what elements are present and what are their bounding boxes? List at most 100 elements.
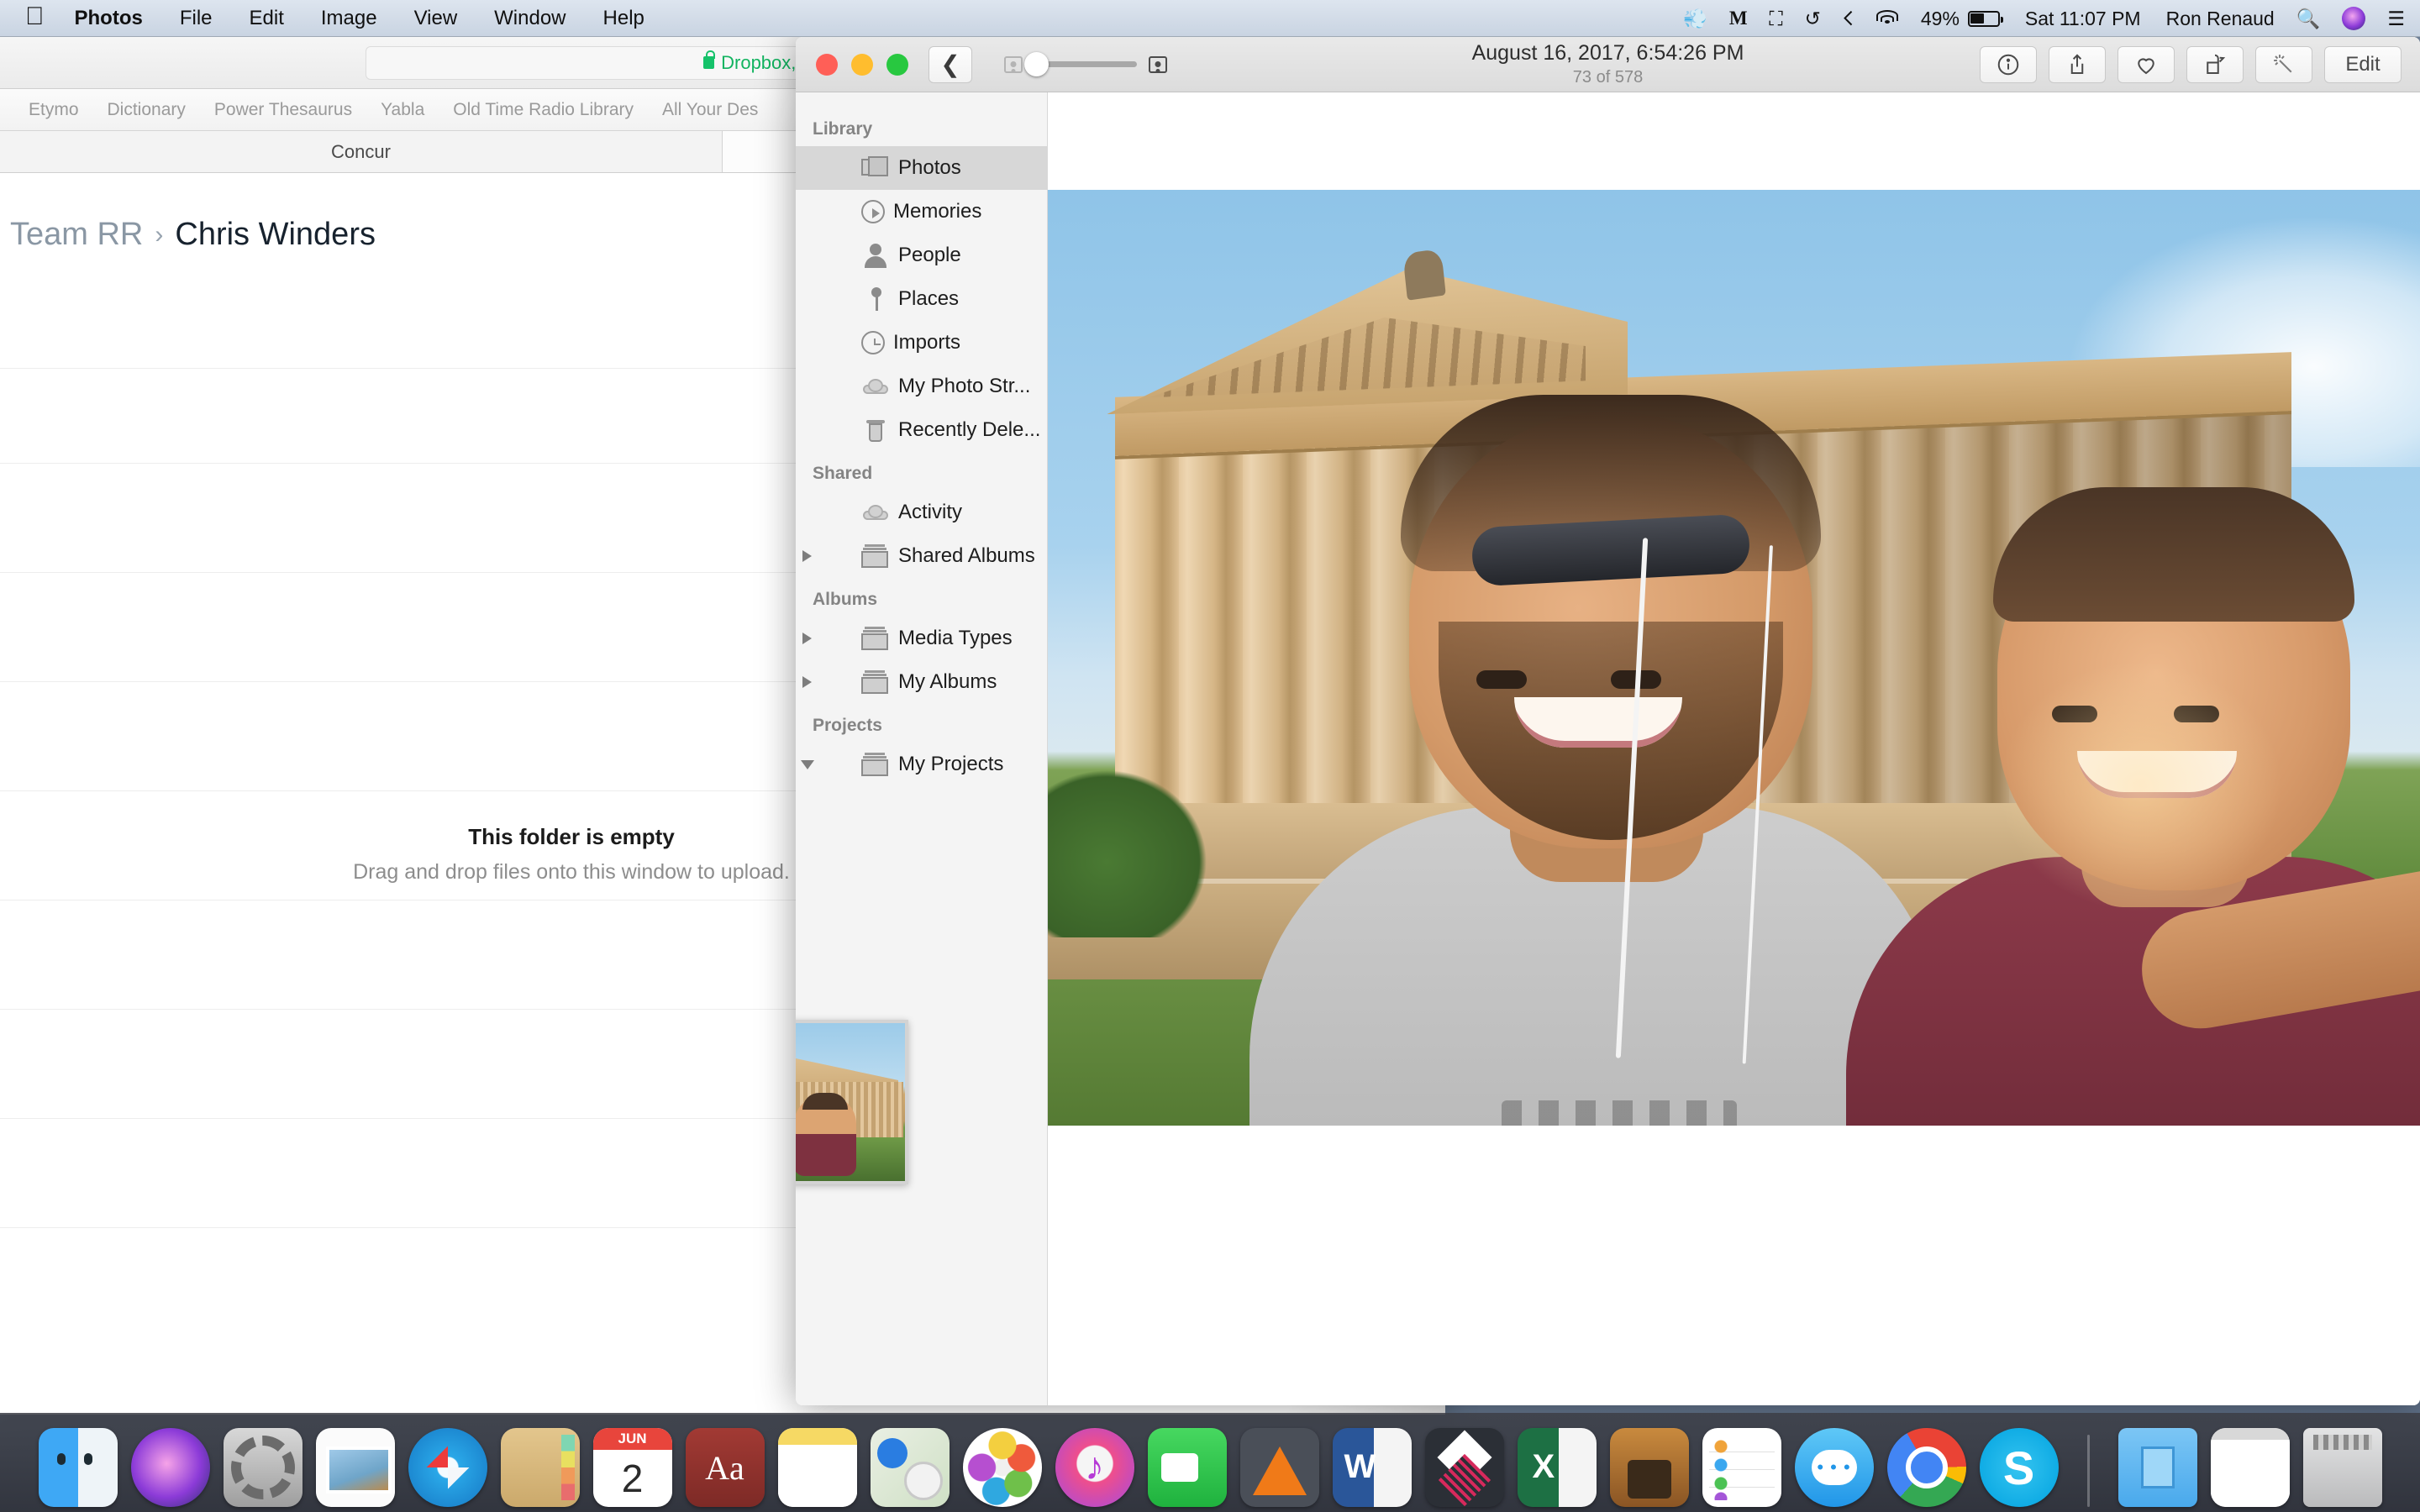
boy-hair xyxy=(1993,487,2354,622)
dock-item-itunes[interactable] xyxy=(1055,1428,1134,1507)
dock-item-garageband[interactable] xyxy=(1610,1428,1689,1507)
siri-icon[interactable] xyxy=(2342,7,2365,30)
back-button[interactable]: ❮ xyxy=(929,46,972,83)
dock-item-contacts[interactable] xyxy=(501,1428,580,1507)
notification-center-icon[interactable]: ☰ xyxy=(2387,8,2405,30)
boy-subject xyxy=(1871,487,2420,1126)
dock-item-mail[interactable] xyxy=(316,1428,395,1507)
clock-datetime[interactable]: Sat 11:07 PM xyxy=(2025,8,2141,30)
time-machine-icon[interactable]: ↺ xyxy=(1805,8,1821,30)
photos-sidebar: Library Photos Memories People Places xyxy=(796,92,1048,1405)
battery-icon[interactable] xyxy=(1968,11,2000,27)
breadcrumb-parent[interactable]: Team RR xyxy=(10,217,143,253)
sidebar-item-activity[interactable]: Activity xyxy=(796,491,1047,534)
dock-item-finder[interactable] xyxy=(39,1428,118,1507)
thumbnail-image xyxy=(796,1023,905,1181)
photo-viewer[interactable] xyxy=(1048,92,2420,1405)
cloud-icon xyxy=(861,375,890,398)
menu-item-edit[interactable]: Edit xyxy=(250,7,284,30)
tab-concur[interactable]: Concur xyxy=(0,131,723,172)
man-subject xyxy=(1300,420,1939,1126)
dock-item-documents-folder[interactable] xyxy=(2118,1428,2197,1507)
share-button[interactable] xyxy=(2049,46,2106,83)
sidebar-item-photos[interactable]: Photos xyxy=(796,146,1047,190)
dock-item-filmora[interactable] xyxy=(1425,1428,1504,1507)
favorite-button[interactable] xyxy=(2118,46,2175,83)
edit-button[interactable]: Edit xyxy=(2324,46,2402,83)
minimize-button[interactable] xyxy=(851,54,873,76)
battery-percent-label[interactable]: 49% xyxy=(1921,8,1960,30)
dock-item-reminders[interactable] xyxy=(1702,1428,1781,1507)
dock-item-siri[interactable] xyxy=(131,1428,210,1507)
dock-item-dictionary[interactable]: Aa xyxy=(686,1428,765,1507)
dock-item-vlc[interactable] xyxy=(1240,1428,1319,1507)
dock-item-document-window[interactable] xyxy=(2211,1428,2290,1507)
rotate-button[interactable] xyxy=(2186,46,2244,83)
enhance-button[interactable] xyxy=(2255,46,2312,83)
bookmark-etymo[interactable]: Etymo xyxy=(29,100,79,120)
sidebar-item-media-types[interactable]: Media Types xyxy=(796,617,1047,660)
main-photo-area[interactable] xyxy=(1048,190,2420,1126)
sidebar-item-memories[interactable]: Memories xyxy=(796,190,1047,234)
boy-right-eye xyxy=(2174,706,2219,722)
bluetooth-icon[interactable]: 𐌂 xyxy=(1843,8,1854,30)
current-user-label[interactable]: Ron Renaud xyxy=(2166,8,2275,30)
dock-item-photos[interactable] xyxy=(963,1428,1042,1507)
wifi-icon[interactable] xyxy=(1876,10,1899,27)
chevron-down-icon[interactable] xyxy=(801,760,814,769)
sidebar-item-shared-albums[interactable]: Shared Albums xyxy=(796,534,1047,578)
dock-item-trash[interactable] xyxy=(2303,1428,2382,1507)
dock-item-facetime[interactable] xyxy=(1148,1428,1227,1507)
dock-item-messages[interactable] xyxy=(1795,1428,1874,1507)
sidebar-item-people[interactable]: People xyxy=(796,234,1047,277)
menu-item-window[interactable]: Window xyxy=(494,7,566,30)
tree xyxy=(1048,769,1207,937)
breadcrumb-separator-icon: › xyxy=(155,221,163,249)
bookmark-all-your-des[interactable]: All Your Des xyxy=(662,100,758,120)
malwarebytes-icon[interactable]: M xyxy=(1729,8,1748,29)
menu-item-image[interactable]: Image xyxy=(321,7,377,30)
bookmark-power-thesaurus[interactable]: Power Thesaurus xyxy=(214,100,352,120)
selected-photo-thumbnail[interactable] xyxy=(796,1020,908,1184)
dock-item-microsoft-word[interactable]: W xyxy=(1333,1428,1412,1507)
dock-item-google-chrome[interactable] xyxy=(1887,1428,1966,1507)
chevron-right-icon[interactable] xyxy=(802,550,812,562)
slider-knob[interactable] xyxy=(1024,52,1049,76)
flame-icon[interactable]: 💨 xyxy=(1683,8,1707,30)
thumbnail-size-slider[interactable] xyxy=(1004,56,1167,73)
close-button[interactable] xyxy=(816,54,838,76)
menu-item-photos[interactable]: Photos xyxy=(75,7,143,30)
dock-item-skype[interactable]: S xyxy=(1980,1428,2059,1507)
sidebar-item-my-projects[interactable]: My Projects xyxy=(796,743,1047,786)
dock-item-microsoft-excel[interactable]: X xyxy=(1518,1428,1597,1507)
sidebar-item-my-photo-stream[interactable]: My Photo Str... xyxy=(796,365,1047,408)
dock: JUN 2 Aa W X S xyxy=(0,1413,2420,1512)
menu-item-file[interactable]: File xyxy=(180,7,213,30)
spotlight-search-icon[interactable]: 🔍 xyxy=(2296,8,2321,30)
sidebar-item-my-albums[interactable]: My Albums xyxy=(796,660,1047,704)
dock-item-calendar[interactable]: JUN 2 xyxy=(593,1428,672,1507)
bookmark-dictionary[interactable]: Dictionary xyxy=(108,100,186,120)
chevron-right-icon[interactable] xyxy=(802,633,812,644)
sidebar-item-recently-deleted[interactable]: Recently Dele... xyxy=(796,408,1047,452)
dock-item-safari[interactable] xyxy=(408,1428,487,1507)
menu-item-help[interactable]: Help xyxy=(603,7,644,30)
sidebar-item-places[interactable]: Places xyxy=(796,277,1047,321)
menu-item-view[interactable]: View xyxy=(414,7,458,30)
dock-item-notes[interactable] xyxy=(778,1428,857,1507)
bookmark-old-time-radio-library[interactable]: Old Time Radio Library xyxy=(453,100,634,120)
info-icon xyxy=(1996,52,2021,77)
dock-item-system-preferences[interactable] xyxy=(224,1428,302,1507)
dock-item-maps[interactable] xyxy=(871,1428,950,1507)
bookmark-yabla[interactable]: Yabla xyxy=(381,100,424,120)
info-button[interactable] xyxy=(1980,46,2037,83)
apple-menu-icon[interactable]:  xyxy=(25,4,45,29)
photos-app-window[interactable]: ❮ August 16, 2017, 6:54:26 PM 73 of 578 xyxy=(796,37,2420,1405)
airplay-icon[interactable]: ⛶ xyxy=(1770,8,1783,30)
dictionary-glyph: Aa xyxy=(705,1448,744,1488)
sidebar-item-imports[interactable]: Imports xyxy=(796,321,1047,365)
zoom-window-button[interactable] xyxy=(886,54,908,76)
slider-track[interactable] xyxy=(1034,61,1137,67)
clock-icon xyxy=(861,331,885,354)
chevron-right-icon[interactable] xyxy=(802,676,812,688)
